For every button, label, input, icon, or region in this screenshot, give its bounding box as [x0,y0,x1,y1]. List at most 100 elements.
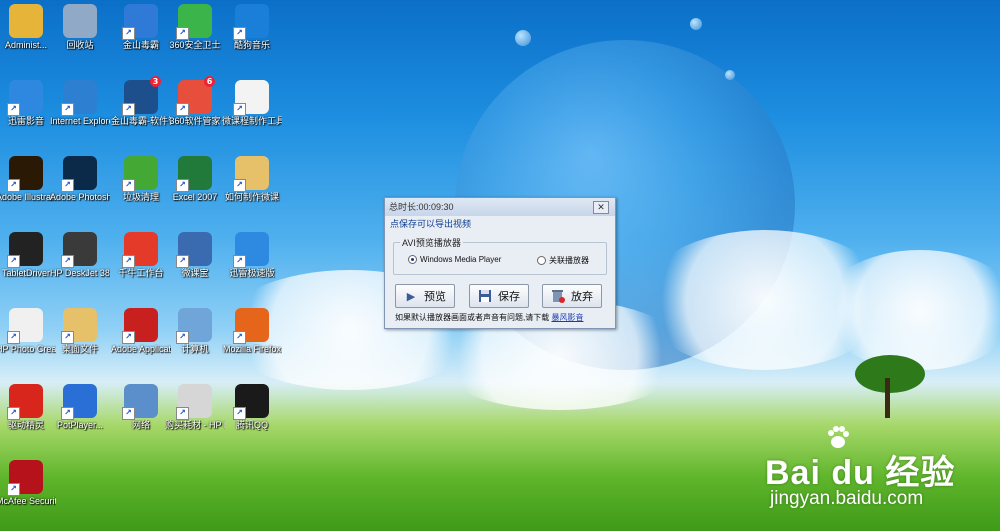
desktop-icon[interactable]: ↗HP DeskJet 3830 series [50,230,110,279]
radio-wmp-label: Windows Media Player [420,255,502,264]
user-folder-icon [9,4,43,38]
desktop-icon-label: 360软件管家 [169,116,221,126]
desktop-icon[interactable]: ↗ 腾讯QQ [222,382,282,431]
network-icon: ↗ [122,384,158,420]
desktop-icon-label: 如何制作微课 [224,192,279,202]
radio-associated-player[interactable]: 关联播放器 [537,255,589,266]
close-button[interactable]: ✕ [593,201,609,214]
desktop-icon-label: 回收站 [66,40,94,50]
shortcut-arrow-icon: ↗ [122,331,135,344]
tree-graphic [855,355,925,393]
desktop-icon[interactable]: ↗Adobe Illustrat... [0,154,56,203]
shortcut-arrow-icon: ↗ [7,483,20,496]
desktop-icon[interactable]: ↗ Internet Explorer [50,78,110,127]
desktop-icon[interactable]: ↗ Excel 2007 [165,154,225,203]
shortcut-arrow-icon: ↗ [61,179,74,192]
export-dialog: 总时长:00:09:30 ✕ 点保存可以导出视频 AVI预览播放器 Window… [384,197,616,329]
shortcut-arrow-icon: ↗ [176,103,189,116]
desktop-icon[interactable]: ↗ 迅雷影音 [0,78,56,127]
shortcut-arrow-icon: ↗ [122,103,135,116]
xunlei-icon: ↗ [233,232,269,268]
desktop-icon[interactable]: ↗ 360安全卫士 [165,2,225,51]
dialog-titlebar[interactable]: 总时长:00:09:30 ✕ [385,198,615,216]
desktop-icon-label: Adobe Applicati... [111,344,171,354]
desktop-icon-label: 金山毒霸-软件管理 [111,116,171,126]
shortcut-arrow-icon: ↗ [61,255,74,268]
desktop-icon-label: Adobe Illustrat... [0,192,56,202]
shortcut-arrow-icon: ↗ [233,255,246,268]
desktop-icon[interactable]: ↗ 金山毒霸 [111,2,171,51]
preview-label: 预览 [424,291,446,303]
desktop-icon[interactable]: ↗ 如何制作微课 [222,154,282,203]
desktop-icon[interactable]: Administ... [0,2,56,51]
desktop-icon[interactable]: ↗ 垃圾清理 [111,154,171,203]
desktop-icon[interactable]: ↗ 计算机 [165,306,225,355]
desktop-icon-label: 酷狗音乐 [233,40,270,50]
desktop-icon[interactable]: ↗ 迅雷极速版 [222,230,282,279]
shortcut-arrow-icon: ↗ [176,255,189,268]
desktop-icon[interactable]: ↗ 桌面文件 [50,306,110,355]
discard-button[interactable]: 放弃 [542,284,602,308]
qq-icon: ↗ [233,384,269,420]
radio-windows-media-player[interactable]: Windows Media Player [408,255,501,264]
desktop-icon[interactable]: ↗ 网络 [111,382,171,431]
desktop-icon[interactable]: ↗购买耗材 - HP DeskJ... [165,382,225,431]
trash-discard-icon [551,289,565,303]
storm-player-link[interactable]: 暴风影音 [551,313,583,322]
small-moon-graphic [725,70,735,80]
desktop-icon[interactable]: 3↗金山毒霸-软件管理 [111,76,171,127]
desktop-icon[interactable]: ↗ TabletDriver [0,230,56,279]
desktop-icon[interactable]: ↗微课程制作工具及流... [222,78,282,127]
small-moon-graphic [690,18,702,30]
small-moon-graphic [515,30,531,46]
save-label: 保存 [498,291,520,303]
desktop-icon-label: Adobe Photosh... [50,192,110,202]
kingsoft-antivirus-icon: ↗ [122,4,158,40]
kugou-icon: ↗ [233,4,269,40]
radio-unselected-icon [537,256,546,265]
potplayer-icon: ↗ [61,384,97,420]
export-hint: 点保存可以导出视频 [390,219,472,229]
desktop-icon[interactable]: ↗ 酷狗音乐 [222,2,282,51]
shortcut-arrow-icon: ↗ [176,407,189,420]
shortcut-arrow-icon: ↗ [233,103,246,116]
desktop-icon-label: Mozilla Firefox [222,344,281,354]
desktop-icon-label: 微课宝 [181,268,209,278]
desktop-icon-label: HP DeskJet 3830 series [50,268,110,278]
desktop-icon[interactable]: ↗HP Photo Creations [0,306,56,355]
radio-selected-icon [408,255,417,264]
desktop-icon[interactable]: ↗ 驱动精灵 [0,382,56,431]
shortcut-arrow-icon: ↗ [176,27,189,40]
radio-assoc-label: 关联播放器 [549,256,589,265]
desktop-icon[interactable]: 回收站 [50,2,110,51]
document-icon: ↗ [233,80,269,116]
360-software-manager-icon: 6 ↗ [176,76,215,116]
shortcut-arrow-icon: ↗ [233,27,246,40]
dialog-title: 总时长:00:09:30 [389,202,454,212]
desktop-icon[interactable]: ↗ 微课宝 [165,230,225,279]
tree-trunk-graphic [885,378,890,418]
excel-icon: ↗ [176,156,212,192]
tablet-driver-icon: ↗ [7,232,43,268]
shortcut-arrow-icon: ↗ [176,331,189,344]
desktop-icon-label: 网络 [131,420,150,430]
preview-button[interactable]: ▶ 预览 [395,284,455,308]
desktop-icon[interactable]: ↗ Mozilla Firefox [222,306,282,355]
shortcut-arrow-icon: ↗ [122,407,135,420]
desktop-icon[interactable]: ↗McAfee Security... [0,458,56,507]
internet-explorer-icon: ↗ [61,80,97,116]
desktop-icon-label: McAfee Security... [0,496,56,506]
desktop-icon[interactable]: ↗ PotPlayer... [50,382,110,431]
desktop-icon[interactable]: ↗Adobe Photosh... [50,154,110,203]
shortcut-arrow-icon: ↗ [61,331,74,344]
player-groupbox: AVI预览播放器 Windows Media Player 关联播放器 [393,236,607,275]
save-button[interactable]: 保存 [469,284,529,308]
desktop-icon[interactable]: ↗Adobe Applicati... [111,306,171,355]
shortcut-arrow-icon: ↗ [61,407,74,420]
desktop-icon-label: 腾讯QQ [235,420,268,430]
desktop-icon-label: Excel 2007 [172,192,218,202]
desktop-icon[interactable]: ↗ 千牛工作台 [111,230,171,279]
desktop-icon-label: Internet Explorer [50,116,110,126]
adobe-photoshop-icon: ↗ [61,156,97,192]
desktop-icon[interactable]: 6 ↗ 360软件管家 [165,76,225,127]
